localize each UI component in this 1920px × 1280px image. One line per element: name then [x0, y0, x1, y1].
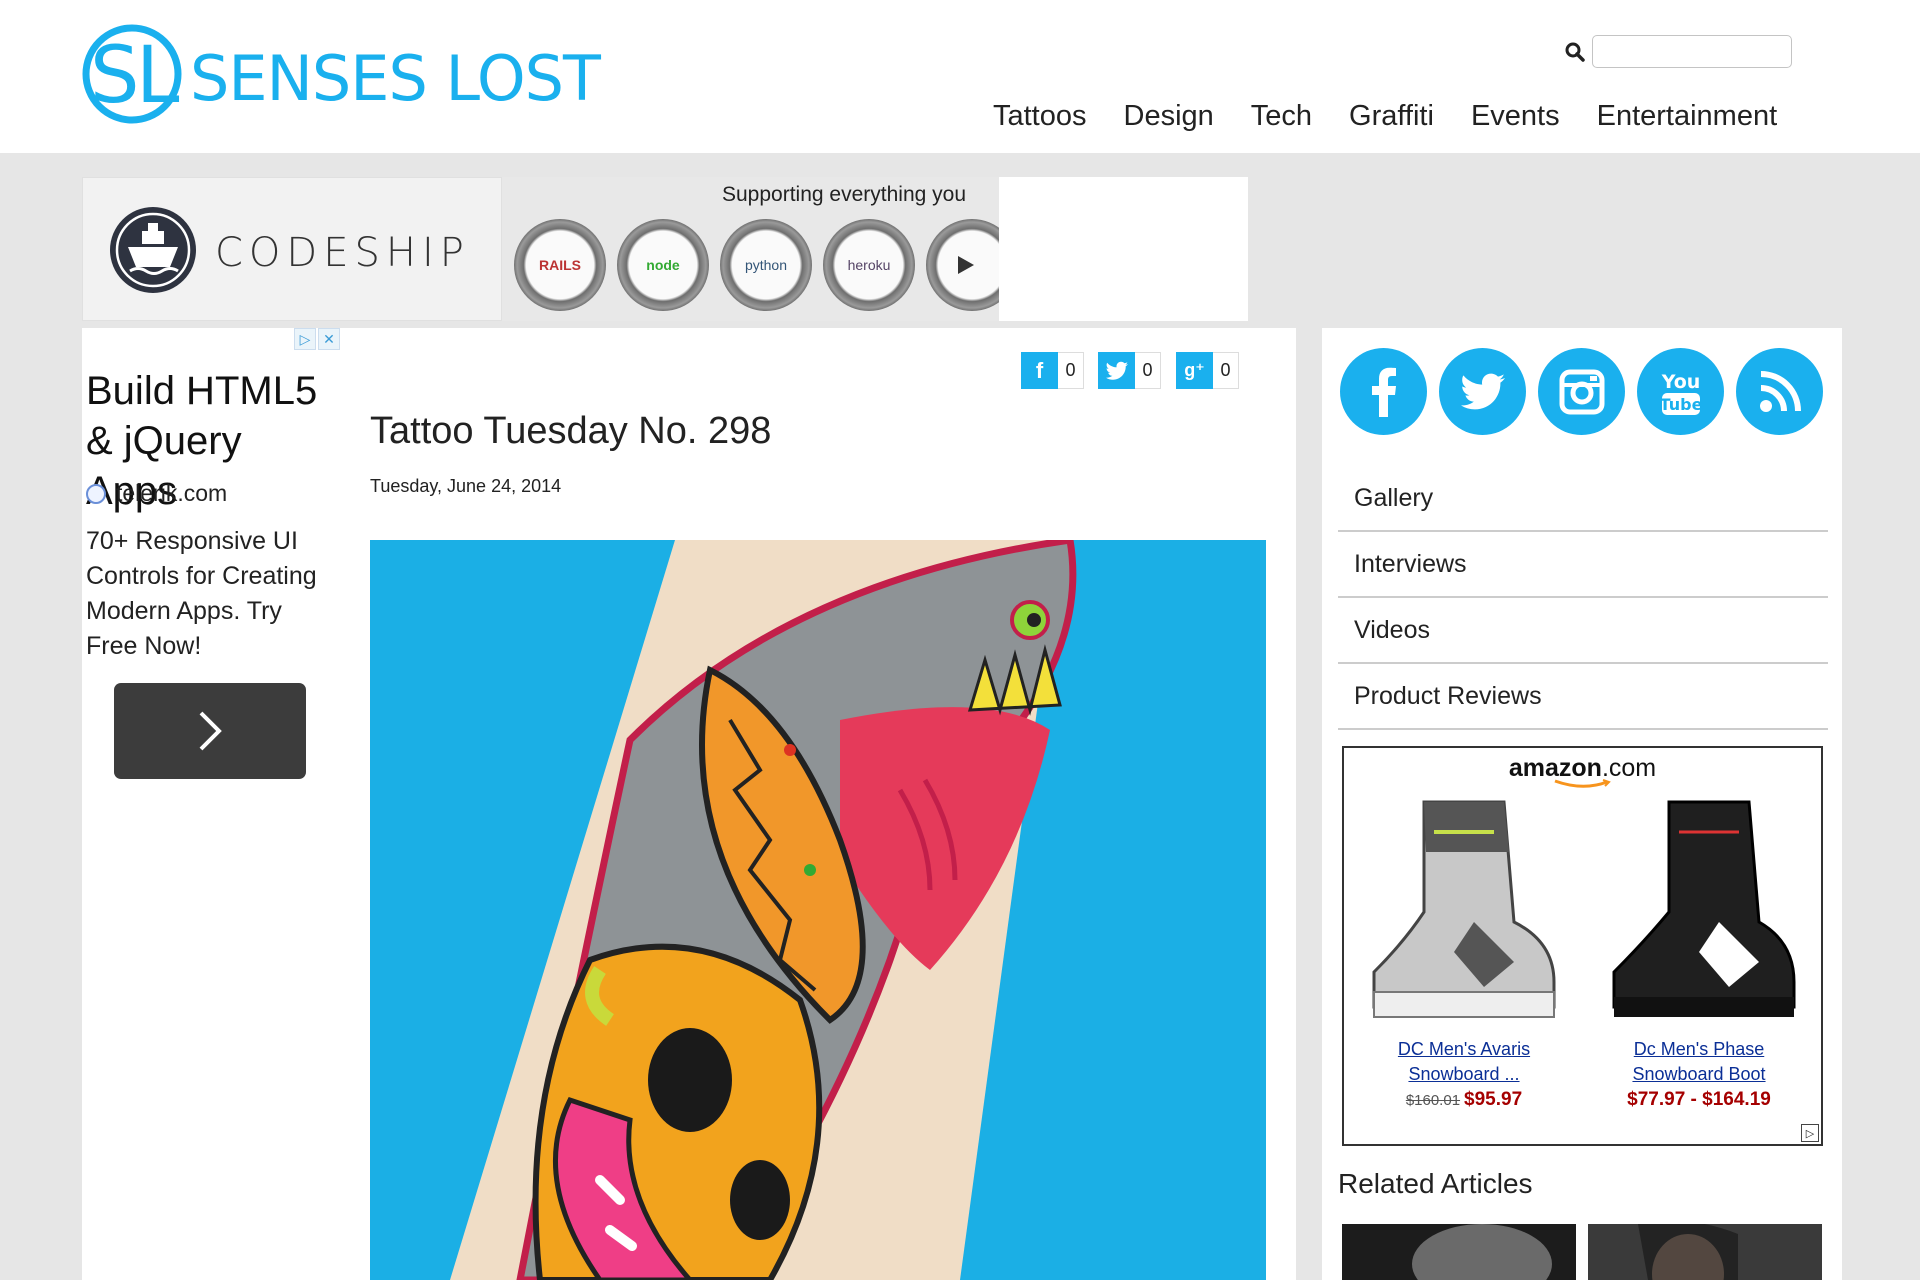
- product-sale-price: $95.97: [1464, 1089, 1523, 1110]
- ad-domain[interactable]: telerik.com: [86, 480, 227, 507]
- tattoo-illustration: [370, 540, 1266, 1280]
- social-icons: You Tube: [1340, 348, 1835, 435]
- play-icon: [926, 219, 999, 311]
- ad-domain-text: telerik.com: [116, 480, 228, 506]
- nav-item-tattoos[interactable]: Tattoos: [993, 100, 1087, 133]
- python-label: python: [744, 257, 788, 273]
- svg-text:S: S: [90, 31, 140, 121]
- related-articles-heading: Related Articles: [1338, 1168, 1533, 1199]
- gplus-share[interactable]: g⁺ 0: [1176, 352, 1239, 389]
- product-name[interactable]: Dc Men's Phase Snowboard Boot: [1589, 1037, 1809, 1087]
- node-label: node: [646, 257, 680, 273]
- rails-icon: RAILS: [514, 219, 606, 311]
- product-price: $160.01 $95.97: [1354, 1089, 1574, 1111]
- telerik-ad[interactable]: ▷ ✕ Build HTML5 & jQuery Apps telerik.co…: [82, 328, 340, 1280]
- sl-logo-icon: S L: [82, 24, 182, 124]
- nav-item-entertainment[interactable]: Entertainment: [1597, 100, 1778, 133]
- product-sale-price: $77.97 - $164.19: [1627, 1089, 1771, 1110]
- product-card[interactable]: DC Men's Avaris Snowboard ... $160.01 $95…: [1354, 778, 1574, 1138]
- google-plus-icon[interactable]: g⁺: [1176, 352, 1213, 389]
- svg-text:You: You: [1660, 371, 1700, 393]
- main-nav: Tattoos Design Tech Graffiti Events Ente…: [993, 100, 1777, 133]
- ad-cta-button[interactable]: [114, 683, 306, 779]
- sidebar-item-product-reviews[interactable]: Product Reviews: [1338, 664, 1828, 730]
- svg-text:Tube: Tube: [1659, 395, 1702, 414]
- product-name[interactable]: DC Men's Avaris Snowboard ...: [1354, 1037, 1574, 1087]
- facebook-icon[interactable]: [1340, 348, 1427, 435]
- logo-text: SENSES LOST: [190, 41, 601, 115]
- related-article-image: [1342, 1224, 1576, 1280]
- nav-item-design[interactable]: Design: [1124, 100, 1214, 133]
- twitter-share-count: 0: [1135, 352, 1161, 389]
- facebook-share-count: 0: [1058, 352, 1084, 389]
- sidebar-menu: Gallery Interviews Videos Product Review…: [1338, 466, 1828, 730]
- nav-item-events[interactable]: Events: [1471, 100, 1560, 133]
- sidebar-item-videos[interactable]: Videos: [1338, 598, 1828, 664]
- nav-item-tech[interactable]: Tech: [1251, 100, 1312, 133]
- heroku-icon: heroku: [823, 219, 915, 311]
- twitter-share[interactable]: 0: [1098, 352, 1161, 389]
- heroku-label: heroku: [847, 257, 891, 273]
- product-card[interactable]: Dc Men's Phase Snowboard Boot $77.97 - $…: [1589, 778, 1809, 1138]
- product-old-price: $160.01: [1405, 1092, 1461, 1109]
- codeship-brand-panel: CODESHIP: [82, 177, 502, 321]
- nav-item-graffiti[interactable]: Graffiti: [1349, 100, 1434, 133]
- banner-tech-panel: Supporting everything you RAILS node pyt…: [502, 177, 999, 321]
- article-date: Tuesday, June 24, 2014: [370, 476, 562, 496]
- instagram-icon[interactable]: [1538, 348, 1625, 435]
- tattoo-image[interactable]: [370, 540, 1266, 1280]
- search-icon[interactable]: [1564, 41, 1586, 63]
- snowboard-boot-image: [1372, 800, 1556, 1018]
- codeship-ship-icon: [110, 207, 196, 293]
- node-icon: node: [617, 219, 709, 311]
- right-sidebar: You Tube Gallery Interviews Videos Produc…: [1322, 328, 1842, 1280]
- amazon-ad[interactable]: amazon.com DC Men's Avaris Snowboard ...…: [1342, 746, 1823, 1146]
- adchoices-badge[interactable]: ▷ ✕: [292, 328, 340, 350]
- codeship-brand-text: CODESHIP: [215, 230, 470, 276]
- ad-close-icon[interactable]: ✕: [318, 328, 340, 350]
- snowboard-boot-image: [1612, 800, 1796, 1017]
- python-icon: python: [720, 219, 812, 311]
- youtube-icon[interactable]: You Tube: [1637, 348, 1724, 435]
- site-logo[interactable]: S L SENSES LOST: [80, 20, 601, 128]
- twitter-icon[interactable]: [1098, 352, 1135, 389]
- ad-body-text: 70+ Responsive UI Controls for Creating …: [86, 527, 317, 660]
- facebook-icon[interactable]: f: [1021, 352, 1058, 389]
- sidebar-item-interviews[interactable]: Interviews: [1338, 532, 1828, 598]
- rss-icon[interactable]: [1736, 348, 1823, 435]
- product-price: $77.97 - $164.19: [1589, 1089, 1809, 1111]
- related-article-thumbnail[interactable]: [1342, 1224, 1576, 1280]
- chevron-right-icon: [199, 711, 222, 751]
- play-glyph-icon: [958, 256, 974, 274]
- globe-icon: [86, 483, 106, 504]
- related-article-image: [1588, 1224, 1822, 1280]
- adchoices-icon[interactable]: ▷: [1801, 1124, 1819, 1142]
- adchoices-icon[interactable]: ▷: [294, 328, 316, 350]
- gplus-share-count: 0: [1213, 352, 1239, 389]
- svg-text:L: L: [136, 31, 180, 121]
- article-main: f 0 0 g⁺ 0 Tattoo Tuesday No. 298 Tuesda…: [340, 328, 1296, 1280]
- search-input[interactable]: [1592, 35, 1792, 68]
- banner-tagline: Supporting everything you: [722, 183, 966, 206]
- article-title: Tattoo Tuesday No. 298: [370, 410, 772, 452]
- sidebar-item-gallery[interactable]: Gallery: [1338, 466, 1828, 532]
- twitter-icon[interactable]: [1439, 348, 1526, 435]
- codeship-banner-ad[interactable]: CODESHIP Supporting everything you RAILS…: [82, 177, 1248, 321]
- facebook-share[interactable]: f 0: [1021, 352, 1084, 389]
- site-header: S L SENSES LOST Tattoos Design Tech Graf…: [0, 0, 1920, 153]
- rails-label: RAILS: [539, 257, 581, 273]
- related-article-thumbnail[interactable]: [1588, 1224, 1822, 1280]
